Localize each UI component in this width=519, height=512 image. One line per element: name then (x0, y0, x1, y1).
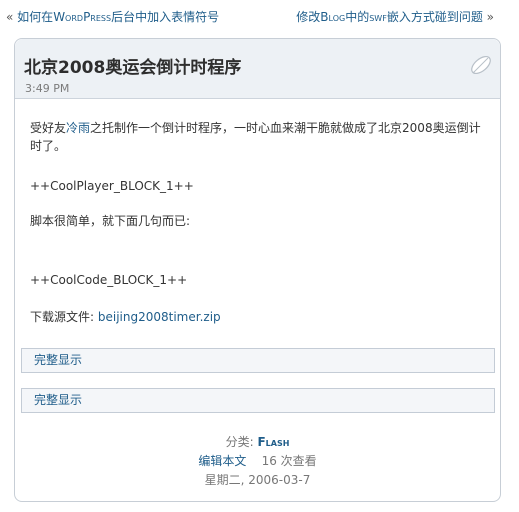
script-note: 脚本很简单，就下面几句而已: (30, 214, 191, 228)
right-double-arrow-icon: » (486, 10, 494, 24)
next-post-link[interactable]: 修改Blog中的swf嵌入方式碰到问题 (296, 10, 483, 24)
left-double-arrow-icon: « (6, 10, 14, 24)
friend-link[interactable]: 冷雨 (66, 121, 90, 135)
view-count: 16 次查看 (261, 454, 317, 468)
nav-previous-link[interactable]: « 如何在WordPress后台中加入表情符号 (6, 8, 219, 25)
category-line: 分类: Flash (15, 433, 500, 450)
post-card: 北京2008奥运会倒计时程序 3:49 PM 受好友冷雨之托制作一个倒计时程序，… (14, 38, 501, 502)
post-title: 北京2008奥运会倒计时程序 (24, 58, 242, 78)
feather-icon (471, 55, 491, 75)
nav-next-link[interactable]: 修改Blog中的swf嵌入方式碰到问题 » (296, 8, 494, 25)
post-time: 3:49 PM (25, 82, 70, 95)
category-link[interactable]: Flash (257, 435, 289, 449)
expand-toggle-2[interactable]: 完整显示 (21, 388, 495, 413)
post-header: 北京2008奥运会倒计时程序 3:49 PM (15, 39, 500, 99)
edit-post-link[interactable]: 编辑本文 (198, 454, 246, 468)
expand-toggle-1[interactable]: 完整显示 (21, 348, 495, 373)
download-link[interactable]: beijing2008timer.zip (98, 310, 221, 324)
category-label: 分类: (225, 435, 254, 449)
intro-paragraph: 受好友冷雨之托制作一个倒计时程序，一时心血来潮干脆就做成了北京2008奥运倒计时… (30, 121, 481, 153)
prev-post-link[interactable]: 如何在WordPress后台中加入表情符号 (17, 10, 219, 24)
code-block-placeholder: ++CoolCode_BLOCK_1++ (30, 273, 188, 287)
post-date: 星期二, 2006-03-7 (204, 473, 311, 487)
edit-views-line: 编辑本文 16 次查看 (15, 452, 500, 469)
player-block-placeholder: ++CoolPlayer_BLOCK_1++ (30, 179, 194, 193)
download-line: 下载源文件: beijing2008timer.zip (30, 310, 221, 324)
